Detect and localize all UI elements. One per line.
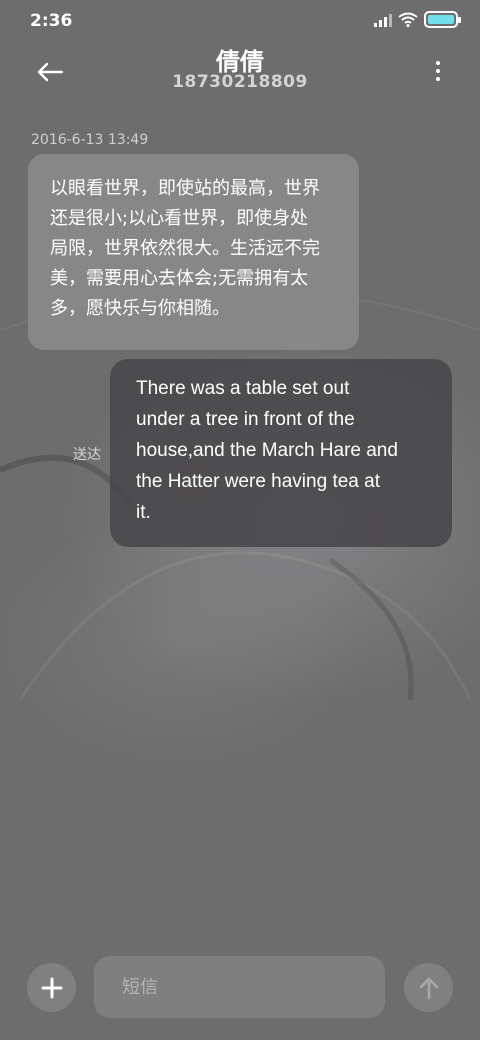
message-text-line: 多，愿快乐与你相随。 (50, 298, 230, 319)
add-attachment-button[interactable] (27, 963, 76, 1012)
message-timestamp: 2016-6-13 13:49 (31, 132, 149, 148)
battery-icon (424, 11, 461, 28)
message-input[interactable] (94, 956, 385, 1018)
status-time: 2:36 (30, 11, 73, 31)
message-text-line: 局限，世界依然很大。生活远不完 (50, 238, 320, 259)
more-vertical-icon (436, 69, 440, 73)
arrow-up-icon (419, 977, 438, 999)
more-options-button[interactable] (426, 56, 450, 86)
signal-icon (374, 13, 392, 27)
message-text-line: 美，需要用心去体会;无需拥有太 (50, 268, 309, 289)
status-icons (374, 11, 461, 28)
message-text-line: the Hatter were having tea at (136, 471, 380, 492)
status-bar: 2:36 (0, 0, 480, 42)
message-text-line: There was a table set out (136, 378, 350, 399)
more-vertical-icon (436, 61, 440, 65)
send-button[interactable] (404, 963, 453, 1012)
plus-icon (41, 977, 62, 998)
wifi-icon (398, 12, 418, 27)
more-vertical-icon (436, 77, 440, 81)
battery-level (428, 15, 454, 24)
incoming-message-bubble[interactable]: 以眼看世界，即使站的最高，世界 还是很小;以心看世界，即使身处 局限，世界依然很… (28, 154, 359, 350)
message-text-line: it. (136, 502, 151, 523)
contact-number: 18730218809 (172, 72, 308, 92)
message-text-line: 以眼看世界，即使站的最高，世界 (50, 178, 320, 199)
message-text-line: 还是很小;以心看世界，即使身处 (50, 208, 309, 229)
message-text-line: under a tree in front of the (136, 409, 355, 430)
conversation-header: 倩倩 18730218809 (0, 42, 480, 112)
message-text-line: house,and the March Hare and (136, 440, 398, 461)
outgoing-message-bubble[interactable]: There was a table set out under a tree i… (110, 359, 452, 547)
delivery-status: 送达 (73, 447, 101, 463)
